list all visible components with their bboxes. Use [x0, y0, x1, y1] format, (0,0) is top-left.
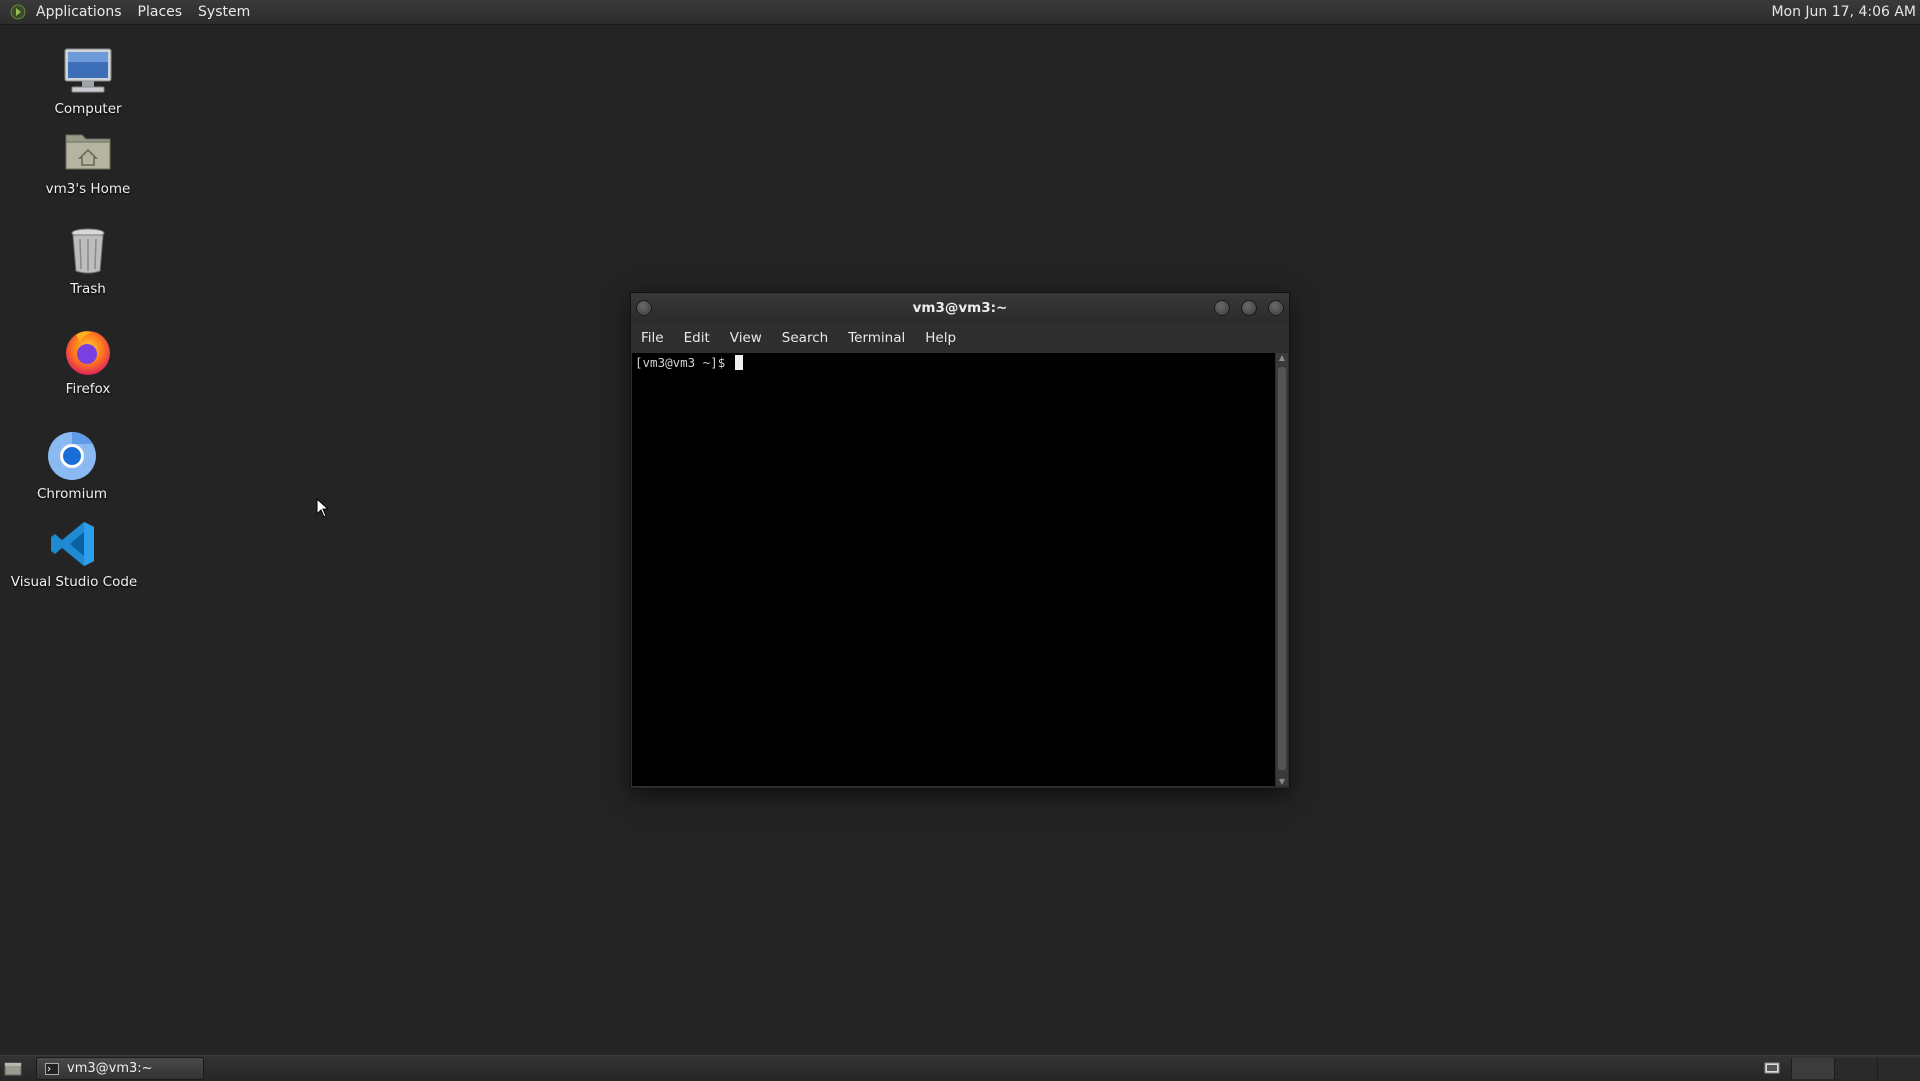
desktop-icon-label: Visual Studio Code — [10, 574, 138, 590]
scroll-up-arrow-icon[interactable]: ▲ — [1276, 353, 1288, 362]
maximize-button[interactable] — [1241, 300, 1257, 316]
desktop-icon-home[interactable]: vm3's Home — [18, 125, 158, 197]
menu-search[interactable]: Search — [772, 330, 838, 346]
terminal-output[interactable]: [vm3@vm3 ~]$ — [632, 353, 1275, 786]
menu-file[interactable]: File — [631, 330, 674, 346]
desktop-icon-computer[interactable]: Computer — [18, 45, 158, 117]
terminal-icon — [45, 1062, 59, 1075]
terminal-window[interactable]: vm3@vm3:~ File Edit View Search Terminal… — [630, 292, 1290, 789]
desktop-icon-label: Computer — [54, 101, 122, 117]
menu-terminal[interactable]: Terminal — [838, 330, 915, 346]
text-cursor — [734, 355, 743, 370]
workspace-2[interactable] — [1834, 1058, 1877, 1079]
computer-icon — [64, 48, 112, 93]
scroll-down-arrow-icon[interactable]: ▼ — [1276, 777, 1288, 786]
desktop-icon-label: Firefox — [65, 381, 111, 397]
applications-menu-icon[interactable] — [10, 4, 26, 20]
terminal-scrollbar[interactable]: ▲ ▼ — [1276, 353, 1288, 786]
window-title: vm3@vm3:~ — [912, 300, 1008, 316]
bottom-panel: vm3@vm3:~ — [0, 1055, 1920, 1081]
system-menu[interactable]: System — [190, 0, 258, 24]
mouse-pointer-icon — [316, 498, 328, 518]
taskbar-button-terminal[interactable]: vm3@vm3:~ — [36, 1057, 204, 1080]
applications-menu[interactable]: Applications — [28, 0, 130, 24]
firefox-icon — [66, 331, 110, 375]
trash-icon — [71, 228, 105, 274]
close-button[interactable] — [1268, 300, 1284, 316]
workspace-switcher[interactable] — [1791, 1058, 1920, 1079]
minimize-button[interactable] — [1214, 300, 1230, 316]
desktop-icon-label: vm3's Home — [45, 181, 131, 197]
keyboard-indicator-icon[interactable] — [1764, 1061, 1780, 1075]
workspace-3[interactable] — [1877, 1058, 1920, 1079]
panel-clock[interactable]: Mon Jun 17, 4:06 AM — [1771, 0, 1916, 24]
menu-help[interactable]: Help — [915, 330, 966, 346]
chromium-icon — [48, 431, 96, 480]
menu-view[interactable]: View — [720, 330, 772, 346]
terminal-menubar: File Edit View Search Terminal Help — [631, 323, 1289, 353]
vscode-icon — [51, 522, 94, 566]
scrollbar-thumb[interactable] — [1278, 367, 1286, 770]
desktop-icon-firefox[interactable]: Firefox — [18, 325, 158, 397]
window-titlebar[interactable]: vm3@vm3:~ — [631, 293, 1289, 323]
places-menu[interactable]: Places — [130, 0, 191, 24]
home-folder-icon — [65, 134, 111, 170]
taskbar-button-label: vm3@vm3:~ — [67, 1061, 153, 1076]
show-desktop-icon[interactable] — [2, 1059, 24, 1079]
prompt-line: [vm3@vm3 ~]$ — [635, 355, 743, 370]
menu-edit[interactable]: Edit — [674, 330, 720, 346]
desktop-icon-trash[interactable]: Trash — [18, 225, 158, 297]
desktop-icon-chromium[interactable]: Chromium — [2, 430, 142, 502]
shell-prompt: [vm3@vm3 ~]$ — [635, 355, 733, 370]
workspace-1[interactable] — [1791, 1058, 1834, 1079]
top-panel: Applications Places System Mon Jun 17, 4… — [0, 0, 1920, 25]
desktop-icon-label: Trash — [70, 281, 106, 297]
desktop-icon-vscode[interactable]: Visual Studio Code — [4, 518, 144, 590]
desktop-icon-label: Chromium — [36, 486, 108, 502]
